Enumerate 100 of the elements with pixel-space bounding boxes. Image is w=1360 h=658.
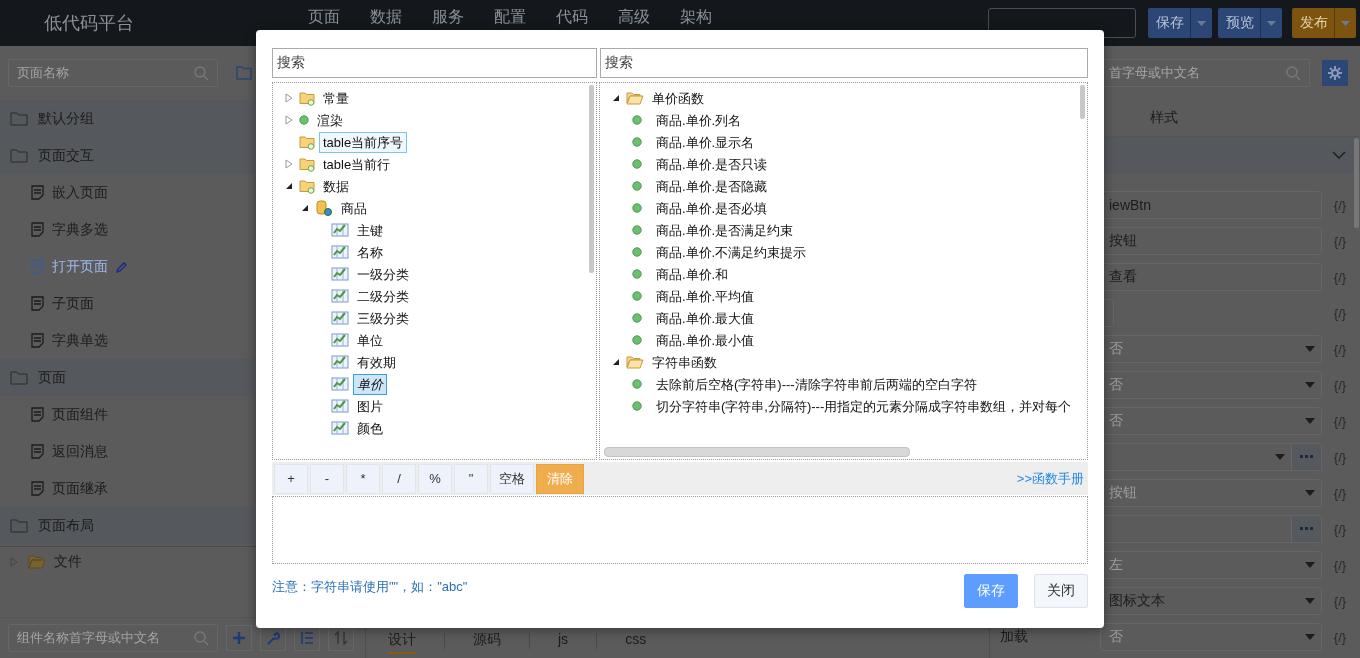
function-item[interactable]: 商品.单价.列名 (652, 109, 746, 131)
operator-button[interactable]: 空格 (490, 463, 534, 494)
folder-icon (299, 90, 315, 106)
tree-item[interactable]: 名称 (353, 241, 387, 263)
scrollbar[interactable] (1080, 85, 1085, 119)
tree-item[interactable]: 单价 (353, 373, 387, 395)
tree-item[interactable]: 二级分类 (353, 285, 413, 307)
nav-item[interactable]: 服务 (432, 8, 464, 26)
chevron-down-icon (1332, 151, 1346, 159)
nav-item[interactable]: 页面 (308, 8, 340, 26)
column-icon (331, 420, 349, 436)
function-item[interactable]: 字符串函数 (648, 351, 721, 373)
caret-icon (1305, 490, 1315, 496)
scrollbar[interactable] (604, 447, 910, 457)
function-item[interactable]: 商品.单价.是否只读 (652, 153, 772, 175)
search-icon (193, 65, 209, 81)
tree-item[interactable]: 单位 (353, 329, 387, 351)
column-icon (331, 376, 349, 392)
header-button[interactable]: 预览 (1218, 8, 1282, 38)
folder-open-icon (626, 354, 644, 370)
dot-icon (632, 401, 642, 411)
manual-link[interactable]: >>函数手册 (1016, 469, 1088, 488)
pencil-icon (116, 260, 128, 273)
header-button[interactable]: 发布 (1292, 8, 1356, 38)
operator-button[interactable]: + (274, 463, 308, 494)
tree-item[interactable]: 一级分类 (353, 263, 413, 285)
nav-item[interactable]: 代码 (556, 8, 588, 26)
function-item[interactable]: 商品.单价.是否必填 (652, 197, 772, 219)
add-button[interactable] (226, 625, 252, 651)
tree-item[interactable]: table当前行 (319, 153, 395, 175)
tree-item[interactable]: 三级分类 (353, 307, 413, 329)
tree-item[interactable]: 数据 (319, 175, 353, 197)
caret-icon (1275, 454, 1285, 460)
search-field[interactable]: 页面名称 (8, 59, 218, 87)
operator-button[interactable]: " (454, 463, 488, 494)
dot-icon (632, 291, 642, 301)
nav-item[interactable]: 配置 (494, 8, 526, 26)
collapse-icon[interactable] (285, 182, 293, 190)
dot-icon (632, 379, 642, 389)
operator-button[interactable]: * (346, 463, 380, 494)
collapse-icon[interactable] (612, 94, 620, 102)
scrollbar[interactable] (589, 85, 594, 273)
caret-icon (1305, 418, 1315, 424)
search-field[interactable]: 组件名称首字母或中文名 (8, 624, 218, 652)
tree-item[interactable]: 商品 (337, 197, 371, 219)
expand-icon[interactable] (285, 93, 293, 103)
expression-field[interactable] (272, 496, 1088, 564)
sidebar-item[interactable]: 打开页面 (0, 248, 255, 285)
folder-plus-icon (236, 66, 252, 80)
function-item[interactable]: 商品.单价.显示名 (652, 131, 759, 153)
more-button[interactable] (1291, 444, 1321, 470)
function-item[interactable]: 切分字符串(字符串,分隔符)---用指定的元素分隔成字符串数组，并对每个 (652, 395, 1076, 417)
tree-item[interactable]: 渲染 (313, 109, 347, 131)
caret-icon (1305, 598, 1315, 604)
function-item[interactable]: 商品.单价.不满足约束提示 (652, 241, 811, 263)
search-field[interactable]: 搜索 (600, 48, 1088, 78)
search-icon (193, 630, 209, 646)
search-field[interactable]: 搜索 (272, 48, 597, 78)
settings-button[interactable] (1322, 60, 1348, 86)
function-item[interactable]: 商品.单价.最小值 (652, 329, 759, 351)
nav-item[interactable]: 高级 (618, 8, 650, 26)
scrollbar[interactable] (1354, 138, 1359, 228)
function-item[interactable]: 单价函数 (648, 87, 708, 109)
dot-icon (299, 115, 309, 125)
tree-item[interactable]: 主键 (353, 219, 387, 241)
dialog-button[interactable]: 关闭 (1034, 574, 1088, 608)
operator-button[interactable]: / (382, 463, 416, 494)
caret-icon (1267, 20, 1276, 26)
header-button[interactable]: 保存 (1148, 8, 1212, 38)
folder-icon (299, 178, 315, 194)
caret-icon (1305, 346, 1315, 352)
folder-icon (299, 156, 315, 172)
tree-item[interactable]: 有效期 (353, 351, 400, 373)
nav-item[interactable]: 数据 (370, 8, 402, 26)
tree-item[interactable]: 图片 (353, 395, 387, 417)
collapse-icon[interactable] (301, 204, 309, 212)
function-item[interactable]: 商品.单价.最大值 (652, 307, 759, 329)
list-icon (300, 631, 314, 645)
column-icon (331, 266, 349, 282)
search-icon (1285, 65, 1301, 81)
function-item[interactable]: 商品.单价.和 (652, 263, 733, 285)
function-item[interactable]: 商品.单价.是否满足约束 (652, 219, 798, 241)
dot-icon (632, 335, 642, 345)
more-icon (1299, 527, 1314, 531)
tree-item[interactable]: 常量 (319, 87, 353, 109)
more-button[interactable] (1291, 516, 1321, 542)
tree-item[interactable]: table当前序号 (319, 131, 408, 153)
function-item[interactable]: 去除前后空格(字符串)---清除字符串前后两端的空白字符 (652, 373, 981, 395)
page-icon (31, 333, 44, 348)
nav-item[interactable]: 架构 (680, 8, 712, 26)
function-item[interactable]: 商品.单价.是否隐藏 (652, 175, 772, 197)
expand-icon[interactable] (285, 115, 293, 125)
caret-icon (1305, 634, 1315, 640)
function-item[interactable]: 商品.单价.平均值 (652, 285, 759, 307)
tree-item[interactable]: 颜色 (353, 417, 387, 439)
expand-icon[interactable] (285, 159, 293, 169)
operator-button[interactable]: % (418, 463, 452, 494)
operator-button[interactable]: - (310, 463, 344, 494)
collapse-icon[interactable] (612, 358, 620, 366)
dot-icon (632, 115, 642, 125)
